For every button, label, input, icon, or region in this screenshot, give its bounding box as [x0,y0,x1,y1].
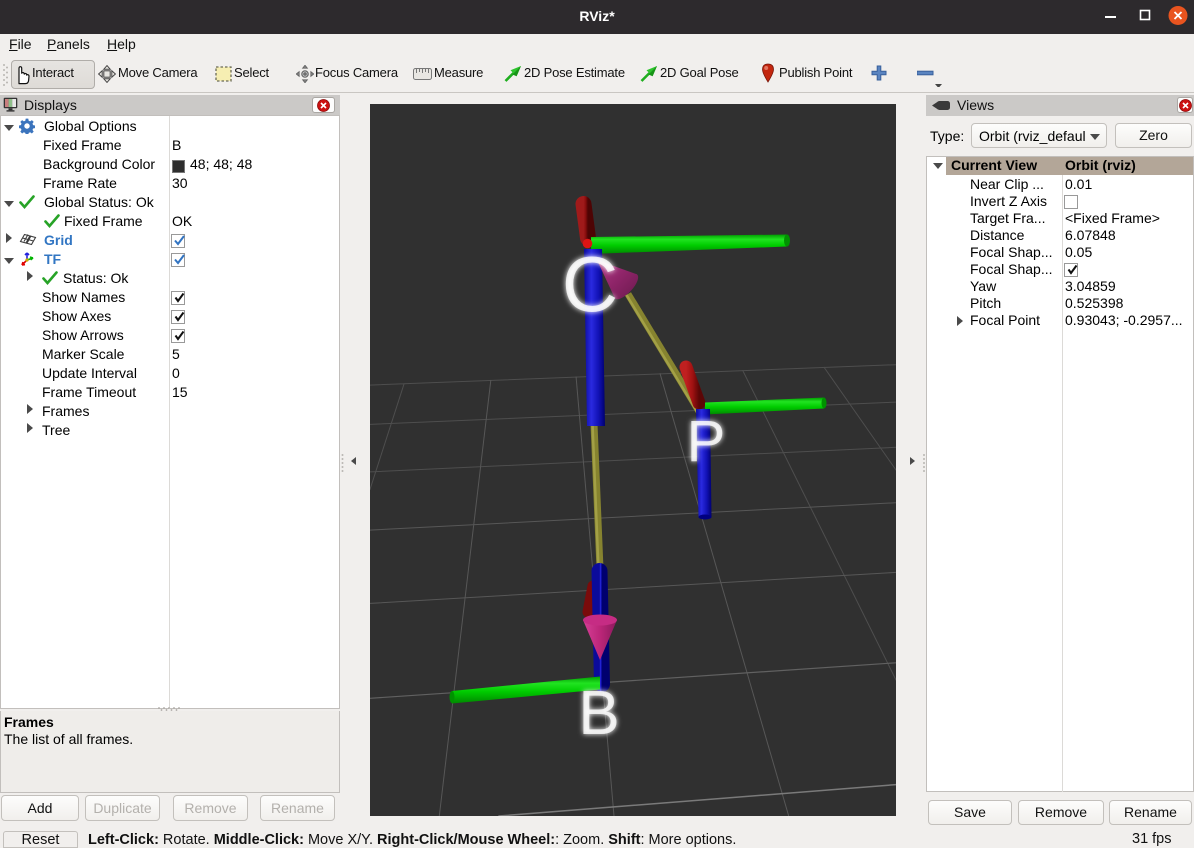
svg-text:B: B [578,679,619,748]
svg-text:C: C [562,240,618,328]
svg-text:P: P [687,409,726,474]
